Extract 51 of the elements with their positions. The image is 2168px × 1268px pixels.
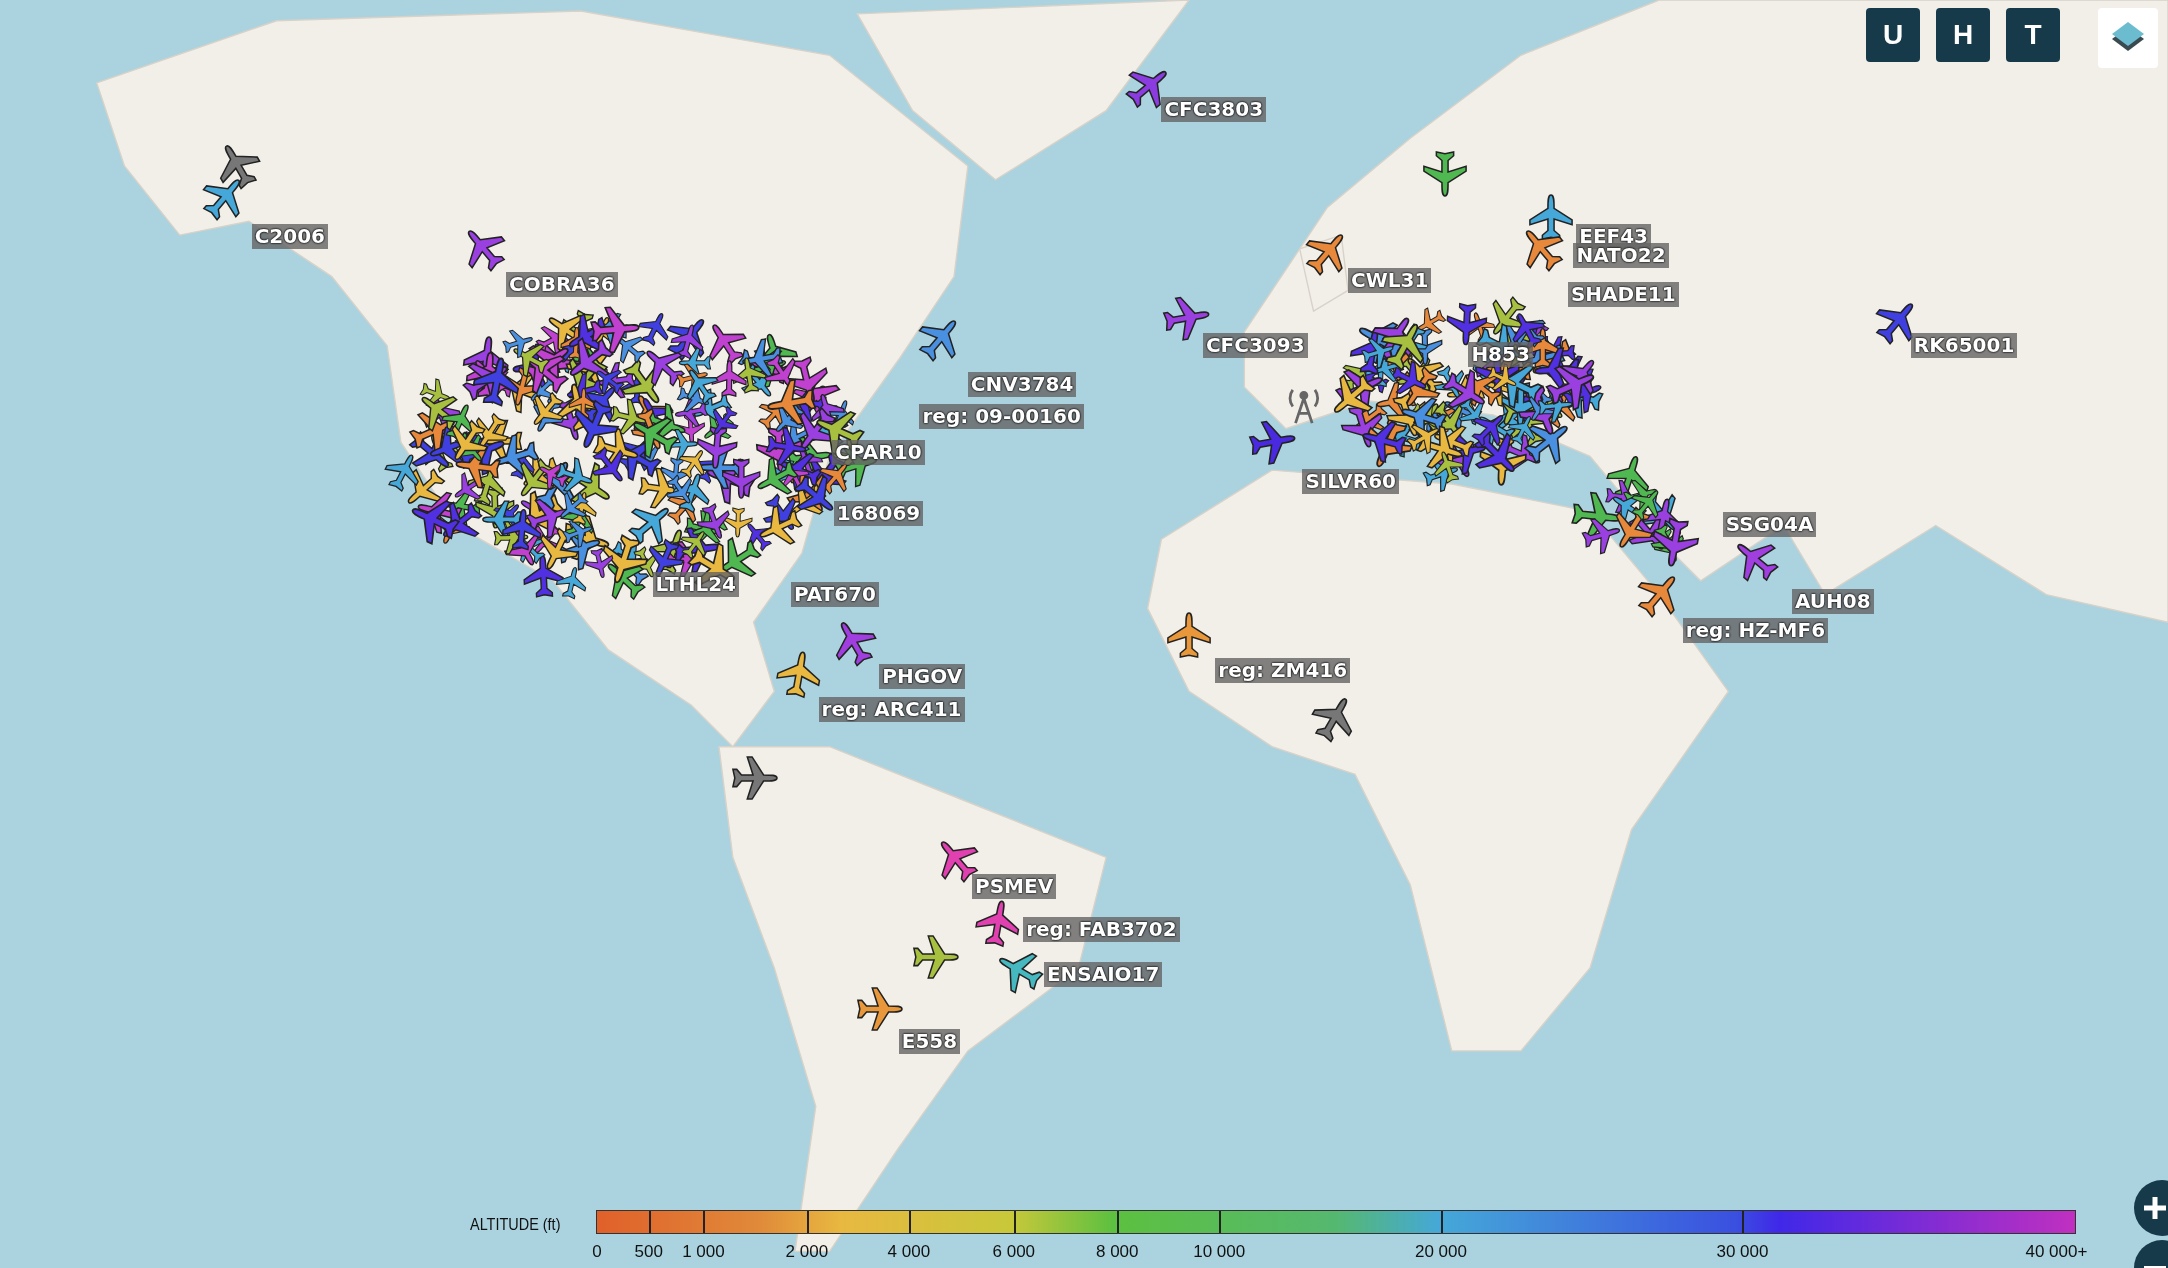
map-mode-button[interactable]: U: [1866, 8, 1920, 62]
flight-label[interactable]: reg: FAB3702: [1023, 916, 1180, 942]
flight-label[interactable]: CWL31: [1348, 268, 1432, 294]
airplane-icon[interactable]: [911, 933, 958, 980]
flight-label[interactable]: PHGOV: [879, 663, 966, 689]
flight-label[interactable]: reg: 09-00160: [919, 403, 1084, 429]
flight-label[interactable]: ENSAIO17: [1043, 962, 1163, 988]
flight-label[interactable]: CNV3784: [967, 371, 1077, 397]
flight-label[interactable]: COBRA36: [506, 272, 618, 298]
legend-tick-label: 30 000: [1716, 1241, 1769, 1263]
flight-label[interactable]: CFC3803: [1161, 96, 1267, 122]
flight-label[interactable]: reg: ARC411: [818, 696, 965, 722]
airplane-icon[interactable]: [1421, 149, 1468, 196]
flight-label[interactable]: SSG04A: [1722, 511, 1817, 537]
flight-label[interactable]: CPAR10: [832, 439, 925, 465]
flight-label[interactable]: SILVR60: [1302, 468, 1399, 494]
airplane-icon[interactable]: [776, 651, 823, 698]
airplane-icon[interactable]: [856, 986, 903, 1033]
legend-tick-label: 40 000+: [2025, 1241, 2088, 1263]
airplane-icon[interactable]: [1249, 419, 1296, 466]
legend-title: ALTITUDE (ft): [470, 1214, 562, 1236]
flight-label[interactable]: NATO22: [1573, 243, 1669, 269]
antenna-icon: [1288, 388, 1320, 425]
flight-label[interactable]: CFC3093: [1202, 333, 1308, 359]
flight-label[interactable]: reg: HZ-MF6: [1682, 618, 1829, 644]
plus-icon: [2141, 1194, 2168, 1222]
flight-label[interactable]: reg: ZM416: [1215, 658, 1351, 684]
airplane-icon[interactable]: [730, 755, 777, 802]
legend-tick-label: 10 000: [1193, 1241, 1246, 1263]
legend-tick-label: 4 000: [887, 1241, 931, 1263]
flight-label[interactable]: RK65001: [1910, 333, 2018, 359]
flight-label[interactable]: SHADE11: [1567, 282, 1679, 308]
flight-label[interactable]: PSMEV: [972, 873, 1057, 899]
flight-label[interactable]: LTHL24: [652, 572, 739, 598]
legend-tick-label: 1 000: [682, 1241, 725, 1263]
legend-tick-label: 0: [592, 1241, 602, 1263]
legend-tick-label: 6 000: [992, 1241, 1036, 1263]
map-mode-button[interactable]: H: [1936, 8, 1990, 62]
airplane-icon[interactable]: [1166, 613, 1213, 660]
legend-tick-label: 2 000: [785, 1241, 829, 1263]
flight-label[interactable]: C2006: [251, 224, 328, 249]
legend-tick-label: 20 000: [1414, 1241, 1467, 1263]
legend-tick-label: 500: [634, 1241, 663, 1263]
flight-label[interactable]: PAT670: [790, 582, 879, 608]
airplane-icon[interactable]: [975, 900, 1022, 947]
layers-button[interactable]: [2098, 8, 2158, 68]
flight-label[interactable]: H853: [1468, 341, 1533, 367]
map-mode-button[interactable]: T: [2006, 8, 2060, 62]
legend-tick-label: 8 000: [1096, 1241, 1139, 1263]
flight-label[interactable]: AUH08: [1791, 589, 1874, 615]
flight-label[interactable]: 168069: [833, 500, 924, 526]
